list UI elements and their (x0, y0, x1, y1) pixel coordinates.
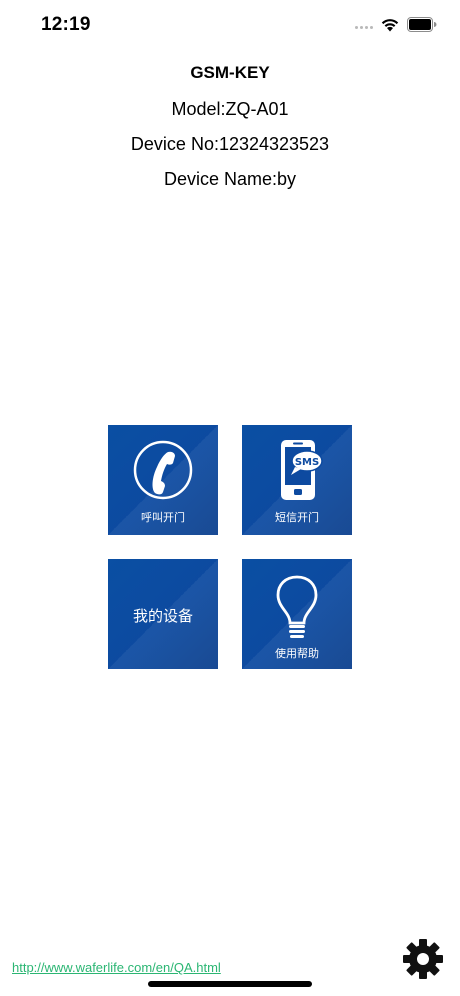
call-open-label: 呼叫开门 (141, 511, 185, 524)
my-devices-tile[interactable]: 我的设备 (108, 559, 218, 669)
sms-icon-text: SMS (295, 457, 319, 468)
sms-open-label: 短信开门 (275, 511, 319, 524)
gear-icon[interactable] (402, 938, 444, 980)
wifi-icon (381, 19, 399, 32)
my-devices-label: 我的设备 (132, 607, 193, 625)
qa-link[interactable]: http://www.waferlife.com/en/QA.html (12, 960, 221, 975)
home-indicator[interactable] (148, 981, 312, 987)
model-label: Model:ZQ-A01 (171, 99, 289, 119)
status-bar: 12:19 (0, 0, 460, 52)
call-open-tile[interactable]: 呼叫开门 (108, 425, 218, 535)
phone-handset-icon (133, 440, 193, 500)
app-title: GSM-KEY (190, 63, 270, 82)
device-number-label: Device No:12324323523 (130, 134, 330, 154)
sms-phone-icon: SMS (281, 440, 323, 500)
device-name-label: Device Name:by (163, 169, 297, 189)
help-tile[interactable]: 使用帮助 (242, 559, 352, 669)
light-bulb-icon (276, 575, 318, 638)
sms-open-tile[interactable]: SMS 短信开门 (242, 425, 352, 535)
signal-dots-icon (355, 26, 373, 29)
help-label: 使用帮助 (275, 647, 319, 660)
battery-icon (407, 17, 437, 32)
status-time: 12:19 (41, 14, 91, 35)
